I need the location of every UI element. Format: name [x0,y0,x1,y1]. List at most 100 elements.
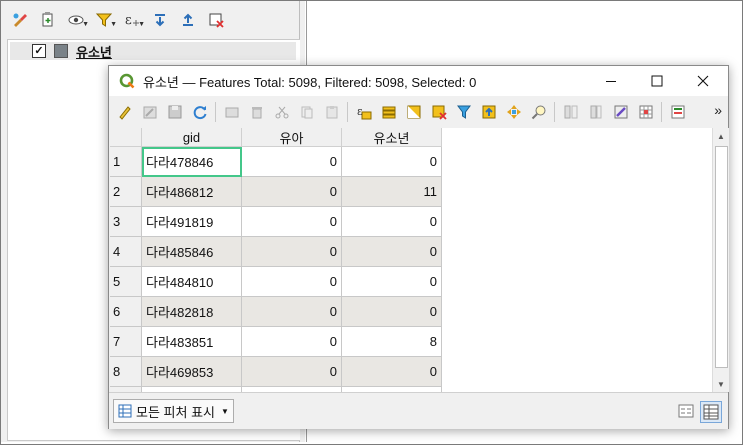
table-cell-gid[interactable]: 다라485846 [142,237,242,267]
collapse-all-icon[interactable] [175,8,201,32]
show-all-features-label: 모든 피처 표시 [136,404,215,420]
pan-to-selected-icon[interactable] [502,100,526,124]
table-cell-infant[interactable]: 0 [242,327,342,357]
save-edits-icon[interactable] [163,100,187,124]
conditional-formatting-icon[interactable] [634,100,658,124]
table-cell-youth[interactable]: 0 [342,207,442,237]
layer-item[interactable]: ✓ 유소년 [10,42,296,60]
attribute-table-window: 유소년 — Features Total: 5098, Filtered: 50… [108,65,729,429]
paste-icon[interactable] [320,100,344,124]
delete-field-icon[interactable] [584,100,608,124]
table-cell-infant[interactable]: 0 [242,147,342,177]
remove-layer-icon[interactable] [203,8,229,32]
table-cell-gid[interactable]: 다라491819 [142,207,242,237]
show-all-features-dropdown[interactable]: 모든 피처 표시 ▼ [113,399,234,423]
expand-all-icon[interactable] [147,8,173,32]
row-number[interactable]: 7 [110,327,142,357]
table-cell-youth[interactable]: 0 [342,297,442,327]
row-number[interactable]: 3 [110,207,142,237]
visibility-eye-icon[interactable]: ▼ [63,8,89,32]
copy-icon[interactable] [295,100,319,124]
maximize-icon [651,75,663,87]
actions-icon[interactable] [666,100,690,124]
table-cell-youth[interactable]: 0 [342,267,442,297]
new-field-icon[interactable] [559,100,583,124]
attribute-toolbar: ε » [109,96,728,128]
table-view-button[interactable] [700,401,722,423]
table-cell-youth[interactable]: 0 [342,237,442,267]
select-by-expression-icon[interactable]: ε [352,100,376,124]
toolbar-separator [554,102,555,122]
table-cell-infant[interactable]: 0 [242,207,342,237]
table-view-icon [703,404,719,420]
toolbar-overflow-button[interactable]: » [714,102,722,118]
table-cell-gid[interactable]: 다라484810 [142,267,242,297]
scroll-up-arrow-icon[interactable]: ▲ [713,128,729,144]
form-view-icon [678,404,694,418]
title-bar[interactable]: 유소년 — Features Total: 5098, Filtered: 50… [109,66,728,96]
toolbar-separator [215,102,216,122]
table-cell-infant[interactable]: 0 [242,357,342,387]
toolbar-separator [661,102,662,122]
select-all-icon[interactable] [377,100,401,124]
table-cell-infant[interactable]: 0 [242,267,342,297]
row-number[interactable]: 6 [110,297,142,327]
zoom-to-selected-icon[interactable] [527,100,551,124]
row-number[interactable]: 1 [110,147,142,177]
invert-selection-icon[interactable] [402,100,426,124]
scroll-thumb[interactable] [715,146,728,368]
attribute-table[interactable]: gid 유아 유소년 1 다라478846 0 0 2 다라486812 0 11 3 다라491… [110,128,712,392]
table-cell-youth[interactable]: 11 [342,177,442,207]
reload-icon[interactable] [188,100,212,124]
expression-filter-icon[interactable]: ε ▼ [119,8,145,32]
form-view-button[interactable] [676,401,696,421]
table-cell-gid[interactable]: 다라478846 [142,147,242,177]
table-cell-infant[interactable]: 0 [242,237,342,267]
toggle-editing-icon[interactable] [113,100,137,124]
table-cell-infant[interactable]: 0 [242,177,342,207]
style-manager-icon[interactable] [7,8,33,32]
table-cell-gid[interactable]: 다라486812 [142,177,242,207]
scroll-down-arrow-icon[interactable]: ▼ [713,376,729,392]
table-cell-gid[interactable]: 다라469853 [142,357,242,387]
layer-visibility-checkbox[interactable]: ✓ [32,44,46,58]
row-number[interactable]: 2 [110,177,142,207]
column-header-youth[interactable]: 유소년 [342,128,442,147]
maximize-button[interactable] [634,66,680,96]
table-cell-gid[interactable]: 다라483851 [142,327,242,357]
move-selection-top-icon[interactable] [477,100,501,124]
row-number[interactable]: 8 [110,357,142,387]
table-icon [118,404,132,418]
multi-edit-icon[interactable] [138,100,162,124]
filter-legend-icon[interactable]: ▼ [91,8,117,32]
field-calculator-icon[interactable] [609,100,633,124]
delete-feature-icon[interactable] [245,100,269,124]
window-title: 유소년 — Features Total: 5098, Filtered: 50… [143,74,477,90]
table-cell-youth[interactable]: 8 [342,327,442,357]
table-cell-youth[interactable]: 0 [342,357,442,387]
toolbar-separator [347,102,348,122]
column-header-infant[interactable]: 유아 [242,128,342,147]
corner-header[interactable] [110,128,142,147]
bottom-bar: 모든 피처 표시 ▼ [109,392,728,429]
layer-name: 유소년 [76,44,112,60]
minimize-icon [606,81,616,82]
minimize-button[interactable] [588,66,634,96]
chevron-down-icon: ▼ [220,406,229,416]
row-number[interactable]: 5 [110,267,142,297]
close-icon [697,75,709,87]
table-cell-infant[interactable]: 0 [242,297,342,327]
column-header-gid[interactable]: gid [142,128,242,147]
add-group-icon[interactable] [35,8,61,32]
qgis-logo-icon [119,73,135,89]
cut-icon[interactable] [270,100,294,124]
filter-select-icon[interactable] [452,100,476,124]
close-button[interactable] [680,66,726,96]
add-feature-icon[interactable] [220,100,244,124]
table-cell-youth[interactable]: 0 [342,147,442,177]
deselect-all-icon[interactable] [427,100,451,124]
table-cell-gid[interactable]: 다라482818 [142,297,242,327]
row-number[interactable]: 4 [110,237,142,267]
vertical-scrollbar[interactable]: ▲ ▼ [712,128,729,392]
svg-text:ε: ε [125,13,132,28]
